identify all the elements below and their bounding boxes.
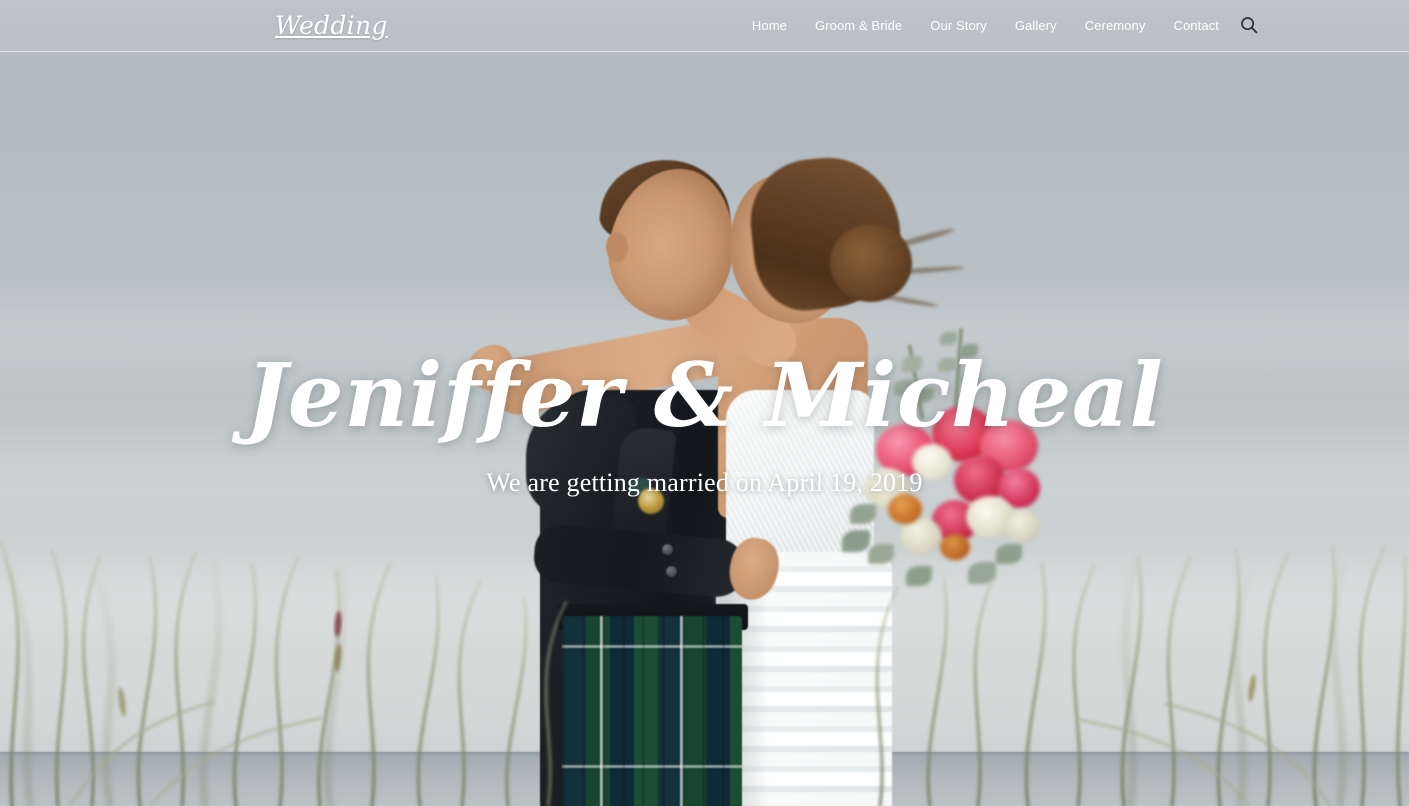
nav-item-ceremony[interactable]: Ceremony	[1071, 0, 1160, 52]
hair-wisp	[876, 292, 938, 309]
kilt-pleats	[562, 616, 742, 806]
eucalyptus-leaf	[842, 530, 870, 552]
hero-title: Jeniffer & Micheal	[245, 343, 1164, 447]
cuff-button	[662, 544, 673, 555]
eucalyptus-leaf	[906, 566, 932, 586]
nav-item-contact[interactable]: Contact	[1159, 0, 1233, 52]
nav-item-groom-bride[interactable]: Groom & Bride	[801, 0, 916, 52]
main-navigation: Home Groom & Bride Our Story Gallery Cer…	[738, 0, 1233, 52]
cuff-button	[666, 566, 677, 577]
hero-text-block: Jeniffer & Micheal We are getting marrie…	[0, 340, 1409, 500]
search-icon	[1240, 16, 1258, 37]
bride-hair-bun	[830, 224, 912, 302]
groom-ear	[606, 232, 628, 262]
nav-item-our-story[interactable]: Our Story	[916, 0, 1001, 52]
orange-bloom	[940, 534, 970, 560]
hero-subtitle: We are getting married on April 19, 2019	[486, 468, 923, 497]
nav-item-gallery[interactable]: Gallery	[1001, 0, 1071, 52]
eucalyptus-leaf	[868, 544, 894, 564]
nav-item-home[interactable]: Home	[738, 0, 801, 52]
site-header: Wedding Home Groom & Bride Our Story Gal…	[0, 0, 1409, 52]
eucalyptus-leaf	[968, 562, 996, 584]
eucalyptus-leaf	[850, 504, 876, 524]
eucalyptus-leaf	[996, 544, 1022, 564]
site-logo[interactable]: Wedding	[275, 9, 388, 43]
search-button[interactable]	[1237, 14, 1261, 38]
white-bloom	[1004, 510, 1040, 542]
page-root: Jeniffer & Micheal We are getting marrie…	[0, 0, 1409, 806]
